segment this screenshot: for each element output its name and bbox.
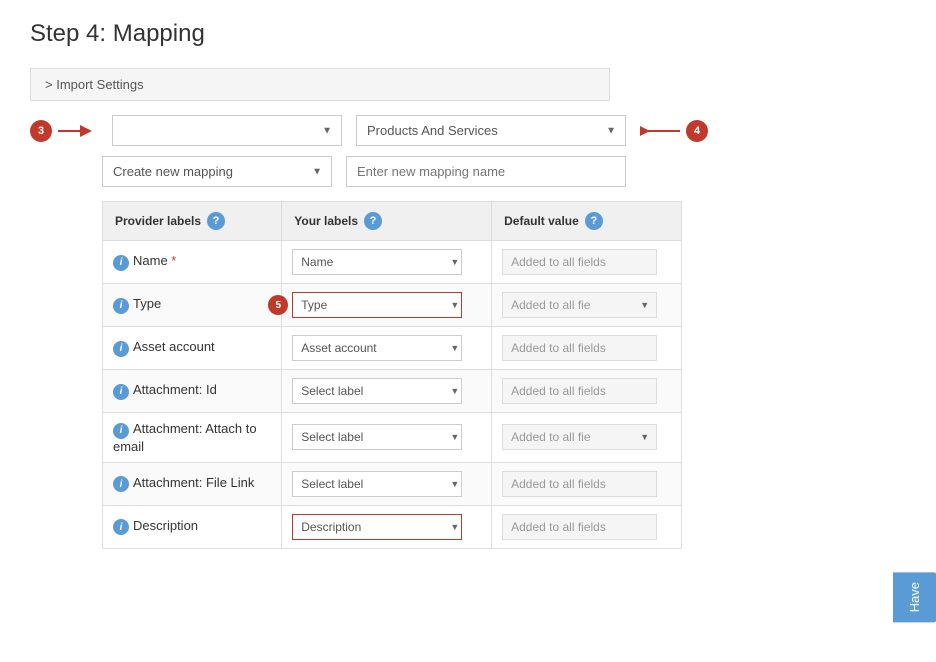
default-select[interactable]: Added to all fie — [502, 424, 657, 450]
mapping-table: Provider labels ? Your labels ? Default … — [102, 201, 682, 549]
provider-label-cell: i Type — [103, 284, 282, 327]
mapping-dropdown[interactable]: Create new mapping Existing mapping 1 — [102, 156, 332, 187]
source-dropdown[interactable]: Option 1 Option 2 — [112, 115, 342, 146]
label-select-wrapper[interactable]: Select label — [292, 471, 467, 497]
your-label-cell[interactable]: Description — [282, 505, 492, 548]
provider-label-text: Asset account — [133, 339, 215, 354]
label-select[interactable]: Select label — [292, 471, 462, 497]
default-value-input — [502, 471, 657, 497]
your-label-cell[interactable]: Asset account — [282, 327, 492, 370]
table-row: i Attachment: Id Select label — [103, 370, 682, 413]
header-default-value: Default value ? — [492, 202, 682, 241]
default-value-cell — [492, 462, 682, 505]
label-select[interactable]: Type — [292, 292, 462, 318]
provider-label-text: Attachment: File Link — [133, 475, 254, 490]
default-value-cell — [492, 505, 682, 548]
info-icon: i — [113, 519, 129, 535]
your-label-cell[interactable]: Select label — [282, 370, 492, 413]
provider-label-cell: i Attachment: Id — [103, 370, 282, 413]
step-badge-5: 5 — [268, 295, 288, 315]
provider-label-cell: i Attachment: File Link — [103, 462, 282, 505]
new-mapping-name-input[interactable] — [346, 156, 626, 187]
your-label-cell[interactable]: Name — [282, 241, 492, 284]
default-select[interactable]: Added to all fie — [502, 292, 657, 318]
default-select-wrapper[interactable]: Added to all fie — [502, 424, 657, 450]
provider-label-cell: iAttachment: Attach to email — [103, 413, 282, 463]
info-icon: i — [113, 255, 129, 271]
label-select-wrapper[interactable]: Select label — [292, 424, 467, 450]
table-row: iName *Name — [103, 241, 682, 284]
default-value-input — [502, 335, 657, 361]
default-value-cell — [492, 370, 682, 413]
label-select-wrapper[interactable]: Select label — [292, 378, 467, 404]
info-icon: i — [113, 476, 129, 492]
provider-label-text: Description — [133, 518, 198, 533]
default-value-input — [502, 378, 657, 404]
label-select[interactable]: Asset account — [292, 335, 462, 361]
info-icon: i — [113, 384, 129, 400]
label-select[interactable]: Select label — [292, 424, 462, 450]
target-dropdown-wrapper[interactable]: Products And Services Option 1 Option 2 — [356, 115, 626, 146]
info-icon: i — [113, 341, 129, 357]
label-select-wrapper[interactable]: Type — [292, 292, 467, 318]
provider-label-text: Type — [133, 296, 161, 311]
info-icon: i — [113, 423, 129, 439]
table-row: i Description Description — [103, 505, 682, 548]
info-icon: i — [113, 298, 129, 314]
table-row: i Attachment: File Link Select label — [103, 462, 682, 505]
import-settings-label: > Import Settings — [45, 77, 144, 92]
provider-label-text: Attachment: Id — [133, 382, 217, 397]
mapping-dropdown-wrapper[interactable]: Create new mapping Existing mapping 1 — [102, 156, 332, 187]
provider-label-text: Name — [133, 253, 168, 268]
required-star: * — [168, 253, 177, 268]
have-button[interactable]: Have — [893, 572, 936, 622]
provider-label-cell: i Name * — [103, 241, 282, 284]
your-label-cell[interactable]: Select label — [282, 462, 492, 505]
provider-labels-help-icon[interactable]: ? — [207, 212, 225, 230]
source-dropdown-wrapper[interactable]: Option 1 Option 2 — [112, 115, 342, 146]
label-select-wrapper[interactable]: Description — [292, 514, 467, 540]
step-badge-3: 3 — [30, 120, 52, 142]
import-settings-bar[interactable]: > Import Settings — [30, 68, 610, 101]
label-select-wrapper[interactable]: Asset account — [292, 335, 467, 361]
table-row: iAttachment: Attach to email Select label… — [103, 413, 682, 463]
page-title: Step 4: Mapping — [30, 20, 906, 48]
table-row: i Asset account Asset account — [103, 327, 682, 370]
arrow-3 — [58, 121, 98, 141]
provider-label-text: Attachment: Attach to email — [113, 421, 257, 454]
step-badge-4: 4 — [686, 120, 708, 142]
default-value-cell — [492, 241, 682, 284]
default-value-cell[interactable]: Added to all fie — [492, 413, 682, 463]
table-row: iTypeType5Added to all fie — [103, 284, 682, 327]
header-your-labels: Your labels ? — [282, 202, 492, 241]
label-select[interactable]: Name — [292, 249, 462, 275]
target-dropdown[interactable]: Products And Services Option 1 Option 2 — [356, 115, 626, 146]
default-select-wrapper[interactable]: Added to all fie — [502, 292, 657, 318]
provider-label-cell: i Asset account — [103, 327, 282, 370]
default-value-help-icon[interactable]: ? — [585, 212, 603, 230]
header-provider-labels: Provider labels ? — [103, 202, 282, 241]
default-value-input — [502, 514, 657, 540]
label-select[interactable]: Description — [292, 514, 462, 540]
default-value-input — [502, 249, 657, 275]
default-value-cell[interactable]: Added to all fie — [492, 284, 682, 327]
label-select-wrapper[interactable]: Name — [292, 249, 467, 275]
default-value-cell — [492, 327, 682, 370]
your-label-cell[interactable]: Select label — [282, 413, 492, 463]
provider-label-cell: i Description — [103, 505, 282, 548]
arrow-4 — [640, 121, 680, 141]
your-label-cell[interactable]: Type5 — [282, 284, 492, 327]
label-select[interactable]: Select label — [292, 378, 462, 404]
your-labels-help-icon[interactable]: ? — [364, 212, 382, 230]
